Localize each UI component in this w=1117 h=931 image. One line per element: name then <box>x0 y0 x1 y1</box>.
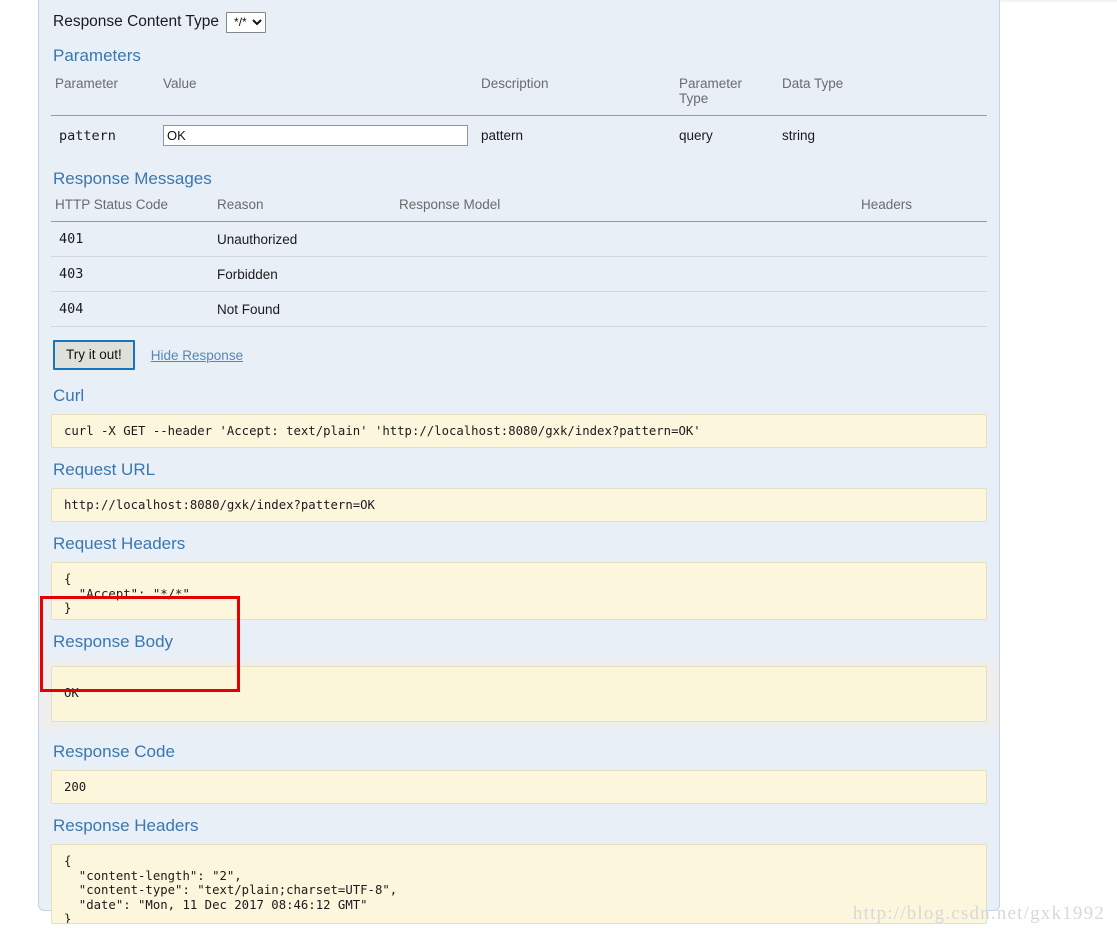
response-model-cell <box>395 221 857 258</box>
curl-command-block: curl -X GET --header 'Accept: text/plain… <box>51 414 987 449</box>
parameters-col-data-type: Data Type <box>778 74 987 117</box>
reason-cell: Forbidden <box>213 256 395 293</box>
response-messages-col-response-model: Response Model <box>395 195 857 223</box>
parameter-value-input[interactable] <box>163 125 468 147</box>
request-url-block: http://localhost:8080/gxk/index?pattern=… <box>51 488 987 523</box>
response-content-type-select[interactable]: */* <box>226 11 267 33</box>
operation-content-panel: Response Content Type */* Parameters Par… <box>38 0 1000 925</box>
request-headers-block: { "Accept": "*/*" } <box>51 562 987 621</box>
request-url-heading: Request URL <box>53 460 156 480</box>
hide-response-link[interactable]: Hide Response <box>151 348 243 363</box>
parameters-col-parameter-type: Parameter Type <box>675 74 778 117</box>
parameters-table: Parameter Value Description Parameter Ty… <box>51 74 987 155</box>
status-code-cell: 401 <box>51 221 213 258</box>
response-content-type-row: Response Content Type */* <box>51 0 987 34</box>
parameter-data-type-cell: string <box>782 128 816 144</box>
response-code-heading: Response Code <box>53 742 175 762</box>
status-code-cell: 404 <box>51 291 213 328</box>
response-body-block: OK <box>51 666 987 723</box>
response-model-cell <box>395 291 857 328</box>
parameter-value-cell <box>159 116 477 156</box>
parameters-col-parameter: Parameter <box>51 74 159 117</box>
table-row: 401 Unauthorized <box>51 221 987 258</box>
table-row: 403 Forbidden <box>51 256 987 293</box>
reason-cell: Not Found <box>213 291 395 328</box>
response-model-cell <box>395 256 857 293</box>
try-it-out-button[interactable]: Try it out! <box>53 340 135 371</box>
parameters-col-value: Value <box>159 74 477 117</box>
swagger-ui-page: Response Content Type */* Parameters Par… <box>0 0 1117 931</box>
curl-heading: Curl <box>53 386 85 406</box>
parameters-heading: Parameters <box>53 46 141 65</box>
response-messages-header-row: HTTP Status Code Reason Response Model H… <box>51 195 987 223</box>
request-headers-heading: Request Headers <box>53 534 186 554</box>
watermark-text: http://blog.csdn.net/gxk1992 <box>852 903 1105 924</box>
response-headers-heading: Response Headers <box>53 816 199 836</box>
response-messages-col-status-code: HTTP Status Code <box>51 195 213 223</box>
response-messages-heading: Response Messages <box>53 169 212 189</box>
headers-cell <box>857 221 987 258</box>
response-body-band: OK <box>39 660 999 731</box>
parameter-type-cell: query <box>679 128 713 144</box>
parameter-description-cell: pattern <box>481 128 524 144</box>
reason-cell: Unauthorized <box>213 221 395 258</box>
headers-cell <box>857 291 987 328</box>
action-row: Try it out! Hide Response <box>51 327 987 374</box>
response-messages-col-headers: Headers <box>857 195 987 223</box>
headers-cell <box>857 256 987 293</box>
response-content-type-label: Response Content Type <box>53 13 220 30</box>
response-code-block: 200 <box>51 770 987 805</box>
table-row: pattern pattern query string <box>51 116 987 156</box>
response-body-heading: Response Body <box>53 632 174 652</box>
parameters-col-description: Description <box>477 74 675 117</box>
table-row: 404 Not Found <box>51 291 987 328</box>
response-messages-col-reason: Reason <box>213 195 395 223</box>
response-messages-table: HTTP Status Code Reason Response Model H… <box>51 195 987 328</box>
status-code-cell: 403 <box>51 256 213 293</box>
parameters-header-row: Parameter Value Description Parameter Ty… <box>51 74 987 117</box>
parameter-name-cell: pattern <box>59 127 116 144</box>
response-headers-block: { "content-length": "2", "content-type":… <box>51 844 987 925</box>
